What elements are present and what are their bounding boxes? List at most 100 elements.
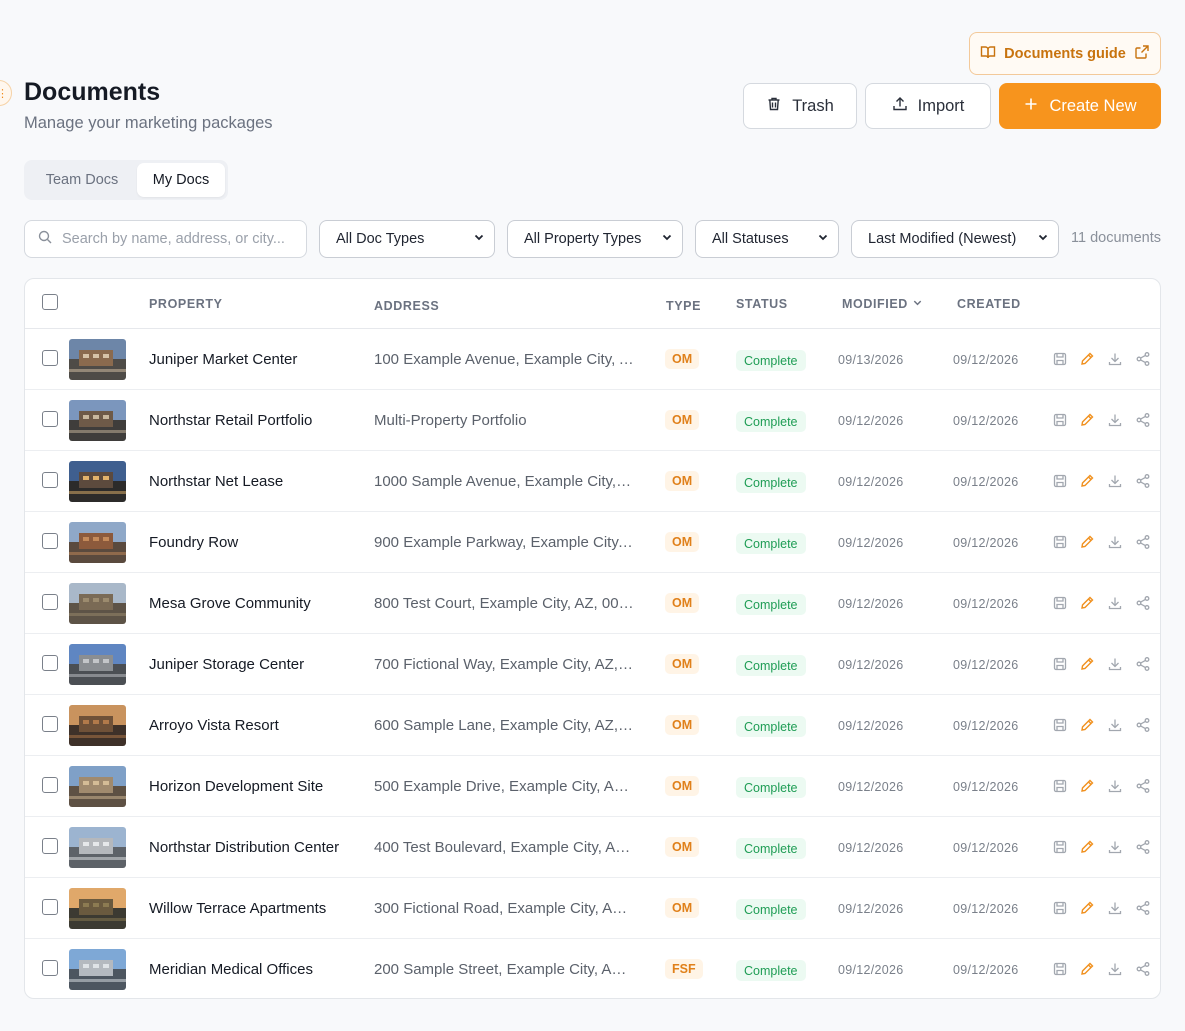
download-icon[interactable] xyxy=(1107,961,1123,977)
row-checkbox[interactable] xyxy=(42,716,58,732)
select-all-checkbox[interactable] xyxy=(42,294,58,310)
documents-guide-label: Documents guide xyxy=(1004,45,1126,62)
download-icon[interactable] xyxy=(1107,351,1123,367)
trash-button[interactable]: Trash xyxy=(743,83,857,129)
property-name[interactable]: Juniper Market Center xyxy=(149,351,297,368)
download-icon[interactable] xyxy=(1107,656,1123,672)
share-icon[interactable] xyxy=(1135,900,1151,916)
share-icon[interactable] xyxy=(1135,717,1151,733)
table-row[interactable]: Arroyo Vista Resort 600 Sample Lane, Exam… xyxy=(25,695,1160,756)
doc-type-select[interactable]: All Doc Types xyxy=(319,220,495,258)
save-icon[interactable] xyxy=(1052,412,1068,428)
save-icon[interactable] xyxy=(1052,595,1068,611)
property-name[interactable]: Arroyo Vista Resort xyxy=(149,717,279,734)
download-icon[interactable] xyxy=(1107,900,1123,916)
table-row[interactable]: Northstar Retail Portfolio Multi-Property… xyxy=(25,390,1160,451)
property-type-select[interactable]: All Property Types xyxy=(507,220,683,258)
sidebar-toggle[interactable]: ⋮ xyxy=(0,80,12,106)
property-name[interactable]: Northstar Net Lease xyxy=(149,473,283,490)
import-button[interactable]: Import xyxy=(865,83,991,129)
download-icon[interactable] xyxy=(1107,717,1123,733)
tab-team-docs[interactable]: Team Docs xyxy=(27,163,137,197)
edit-icon[interactable] xyxy=(1079,961,1095,977)
edit-icon[interactable] xyxy=(1079,656,1095,672)
property-name[interactable]: Northstar Retail Portfolio xyxy=(149,412,312,429)
upload-icon xyxy=(892,96,908,117)
edit-icon[interactable] xyxy=(1079,839,1095,855)
documents-guide-button[interactable]: Documents guide xyxy=(969,32,1161,75)
edit-icon[interactable] xyxy=(1079,351,1095,367)
table-row[interactable]: Horizon Development Site 500 Example Driv… xyxy=(25,756,1160,817)
created-date: 09/12/2026 xyxy=(953,719,1019,733)
download-icon[interactable] xyxy=(1107,473,1123,489)
download-icon[interactable] xyxy=(1107,778,1123,794)
save-icon[interactable] xyxy=(1052,534,1068,550)
share-icon[interactable] xyxy=(1135,412,1151,428)
share-icon[interactable] xyxy=(1135,961,1151,977)
row-checkbox[interactable] xyxy=(42,960,58,976)
status-badge: Complete xyxy=(736,472,806,493)
table-row[interactable]: Northstar Net Lease 1000 Sample Avenue, E… xyxy=(25,451,1160,512)
row-checkbox[interactable] xyxy=(42,594,58,610)
share-icon[interactable] xyxy=(1135,839,1151,855)
property-name[interactable]: Juniper Storage Center xyxy=(149,656,304,673)
table-row[interactable]: Juniper Storage Center 700 Fictional Way,… xyxy=(25,634,1160,695)
table-row[interactable]: Foundry Row 900 Example Parkway, Example … xyxy=(25,512,1160,573)
trash-label: Trash xyxy=(792,96,834,115)
share-icon[interactable] xyxy=(1135,473,1151,489)
table-row[interactable]: Juniper Market Center 100 Example Avenue,… xyxy=(25,329,1160,390)
tab-my-docs[interactable]: My Docs xyxy=(137,163,225,197)
save-icon[interactable] xyxy=(1052,900,1068,916)
share-icon[interactable] xyxy=(1135,595,1151,611)
row-checkbox[interactable] xyxy=(42,411,58,427)
row-checkbox[interactable] xyxy=(42,899,58,915)
sort-select[interactable]: Last Modified (Newest) xyxy=(851,220,1059,258)
edit-icon[interactable] xyxy=(1079,473,1095,489)
edit-icon[interactable] xyxy=(1079,717,1095,733)
property-thumbnail xyxy=(69,705,126,746)
save-icon[interactable] xyxy=(1052,473,1068,489)
doc-type-select-value: All Doc Types xyxy=(336,231,425,247)
property-name[interactable]: Horizon Development Site xyxy=(149,778,323,795)
edit-icon[interactable] xyxy=(1079,900,1095,916)
row-checkbox[interactable] xyxy=(42,350,58,366)
property-name[interactable]: Willow Terrace Apartments xyxy=(149,900,326,917)
save-icon[interactable] xyxy=(1052,961,1068,977)
row-checkbox[interactable] xyxy=(42,777,58,793)
property-name[interactable]: Foundry Row xyxy=(149,534,238,551)
download-icon[interactable] xyxy=(1107,839,1123,855)
doc-type-badge: OM xyxy=(665,837,700,857)
save-icon[interactable] xyxy=(1052,351,1068,367)
save-icon[interactable] xyxy=(1052,656,1068,672)
property-name[interactable]: Meridian Medical Offices xyxy=(149,961,313,978)
status-select[interactable]: All Statuses xyxy=(695,220,839,258)
save-icon[interactable] xyxy=(1052,778,1068,794)
edit-icon[interactable] xyxy=(1079,412,1095,428)
row-checkbox[interactable] xyxy=(42,838,58,854)
table-row[interactable]: Meridian Medical Offices 200 Sample Stree… xyxy=(25,939,1160,998)
edit-icon[interactable] xyxy=(1079,595,1095,611)
row-checkbox[interactable] xyxy=(42,472,58,488)
download-icon[interactable] xyxy=(1107,595,1123,611)
column-header-modified[interactable]: MODIFIED xyxy=(842,297,923,311)
create-new-label: Create New xyxy=(1049,96,1137,115)
download-icon[interactable] xyxy=(1107,534,1123,550)
table-row[interactable]: Northstar Distribution Center 400 Test Bo… xyxy=(25,817,1160,878)
save-icon[interactable] xyxy=(1052,717,1068,733)
table-row[interactable]: Mesa Grove Community 800 Test Court, Exam… xyxy=(25,573,1160,634)
share-icon[interactable] xyxy=(1135,534,1151,550)
save-icon[interactable] xyxy=(1052,839,1068,855)
download-icon[interactable] xyxy=(1107,412,1123,428)
share-icon[interactable] xyxy=(1135,656,1151,672)
edit-icon[interactable] xyxy=(1079,534,1095,550)
row-checkbox[interactable] xyxy=(42,533,58,549)
share-icon[interactable] xyxy=(1135,778,1151,794)
table-row[interactable]: Willow Terrace Apartments 300 Fictional R… xyxy=(25,878,1160,939)
edit-icon[interactable] xyxy=(1079,778,1095,794)
share-icon[interactable] xyxy=(1135,351,1151,367)
create-new-button[interactable]: Create New xyxy=(999,83,1161,129)
search-input[interactable] xyxy=(62,231,292,247)
property-name[interactable]: Mesa Grove Community xyxy=(149,595,311,612)
property-name[interactable]: Northstar Distribution Center xyxy=(149,839,339,856)
row-checkbox[interactable] xyxy=(42,655,58,671)
